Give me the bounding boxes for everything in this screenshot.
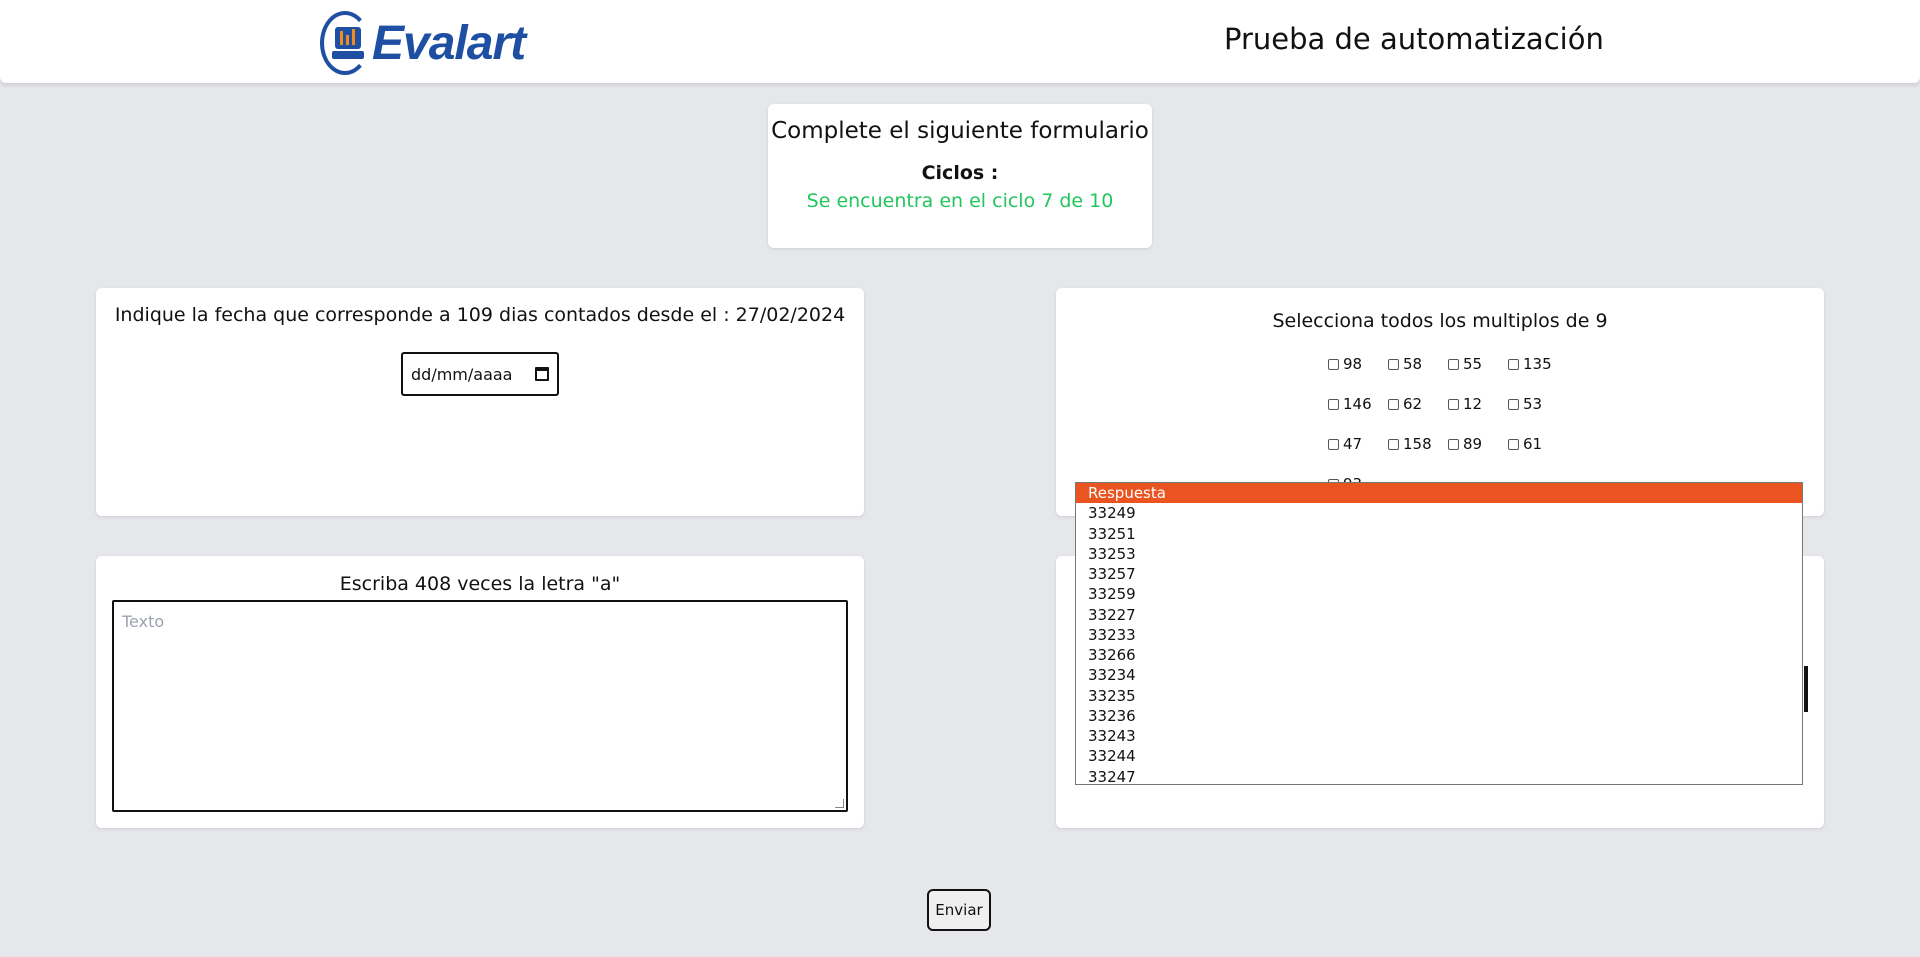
text-answer-textarea[interactable]: Texto (112, 600, 848, 812)
answer-dropdown-list[interactable]: Respuesta 33249 33251 33253 33257 33259 … (1075, 482, 1803, 785)
checkbox[interactable] (1328, 358, 1339, 370)
logo-text: Evalart (372, 16, 526, 70)
checkbox-option[interactable]: 135 (1508, 355, 1552, 373)
text-question-label: Escriba 408 veces la letra "a" (339, 573, 621, 595)
checkbox-option[interactable]: 12 (1448, 395, 1482, 413)
header: Evalart Prueba de automatización (0, 0, 1920, 83)
dropdown-option[interactable]: 33259 (1076, 584, 1802, 604)
multiples-question-label: Selecciona todos los multiplos de 9 (1272, 310, 1608, 332)
date-question-label: Indique la fecha que corresponde a 109 d… (114, 304, 846, 326)
dropdown-option[interactable]: 33227 (1076, 605, 1802, 625)
submit-button[interactable]: Enviar (927, 889, 991, 931)
checkbox-option[interactable]: 146 (1328, 395, 1372, 413)
checkbox[interactable] (1448, 398, 1459, 410)
checkbox-option[interactable]: 55 (1448, 355, 1482, 373)
resize-handle-icon[interactable] (835, 799, 844, 808)
checkbox[interactable] (1328, 398, 1339, 410)
logo-icon (320, 11, 370, 75)
checkbox[interactable] (1508, 358, 1519, 370)
dropdown-option[interactable]: 33235 (1076, 686, 1802, 706)
checkbox-option[interactable]: 53 (1508, 395, 1542, 413)
checkbox[interactable] (1388, 438, 1399, 450)
form-heading: Complete el siguiente formulario (771, 118, 1149, 144)
textarea-placeholder: Texto (122, 612, 165, 631)
select-edge (1804, 666, 1808, 712)
checkbox-option[interactable]: 62 (1388, 395, 1422, 413)
checkbox[interactable] (1448, 438, 1459, 450)
checkbox[interactable] (1388, 398, 1399, 410)
checkbox[interactable] (1448, 358, 1459, 370)
checkbox-option[interactable]: 89 (1448, 435, 1482, 453)
checkbox-option[interactable]: 98 (1328, 355, 1362, 373)
status-card: Complete el siguiente formulario Ciclos … (768, 104, 1152, 248)
date-input[interactable]: dd/mm/aaaa (401, 352, 559, 396)
checkbox[interactable] (1328, 438, 1339, 450)
dropdown-option[interactable]: 33247 (1076, 767, 1802, 785)
dropdown-option[interactable]: 33243 (1076, 726, 1802, 746)
checkbox[interactable] (1508, 398, 1519, 410)
date-question-card: Indique la fecha que corresponde a 109 d… (96, 288, 864, 516)
dropdown-option[interactable]: 33249 (1076, 503, 1802, 523)
dropdown-option[interactable]: 33251 (1076, 524, 1802, 544)
dropdown-option[interactable]: 33233 (1076, 625, 1802, 645)
checkbox-option[interactable]: 58 (1388, 355, 1422, 373)
checkbox[interactable] (1388, 358, 1399, 370)
dropdown-option[interactable]: 33236 (1076, 706, 1802, 726)
checkbox-option[interactable]: 158 (1388, 435, 1432, 453)
dropdown-option[interactable]: 33253 (1076, 544, 1802, 564)
cycles-label: Ciclos : (921, 162, 999, 184)
dropdown-option[interactable]: 33266 (1076, 645, 1802, 665)
date-placeholder: dd/mm/aaaa (411, 364, 513, 384)
dropdown-option[interactable]: 33234 (1076, 665, 1802, 685)
dropdown-option[interactable]: 33257 (1076, 564, 1802, 584)
checkbox[interactable] (1508, 438, 1519, 450)
dropdown-option[interactable]: Respuesta (1076, 483, 1802, 504)
checkbox-option[interactable]: 47 (1328, 435, 1362, 453)
dropdown-option[interactable]: 33244 (1076, 746, 1802, 766)
evalart-logo: Evalart (320, 8, 570, 78)
text-question-card: Escriba 408 veces la letra "a" Texto (96, 556, 864, 828)
page-title: Prueba de automatización (1224, 22, 1604, 56)
cycles-status: Se encuentra en el ciclo 7 de 10 (806, 190, 1114, 212)
checkbox-option[interactable]: 61 (1508, 435, 1542, 453)
calendar-icon[interactable] (535, 367, 549, 381)
